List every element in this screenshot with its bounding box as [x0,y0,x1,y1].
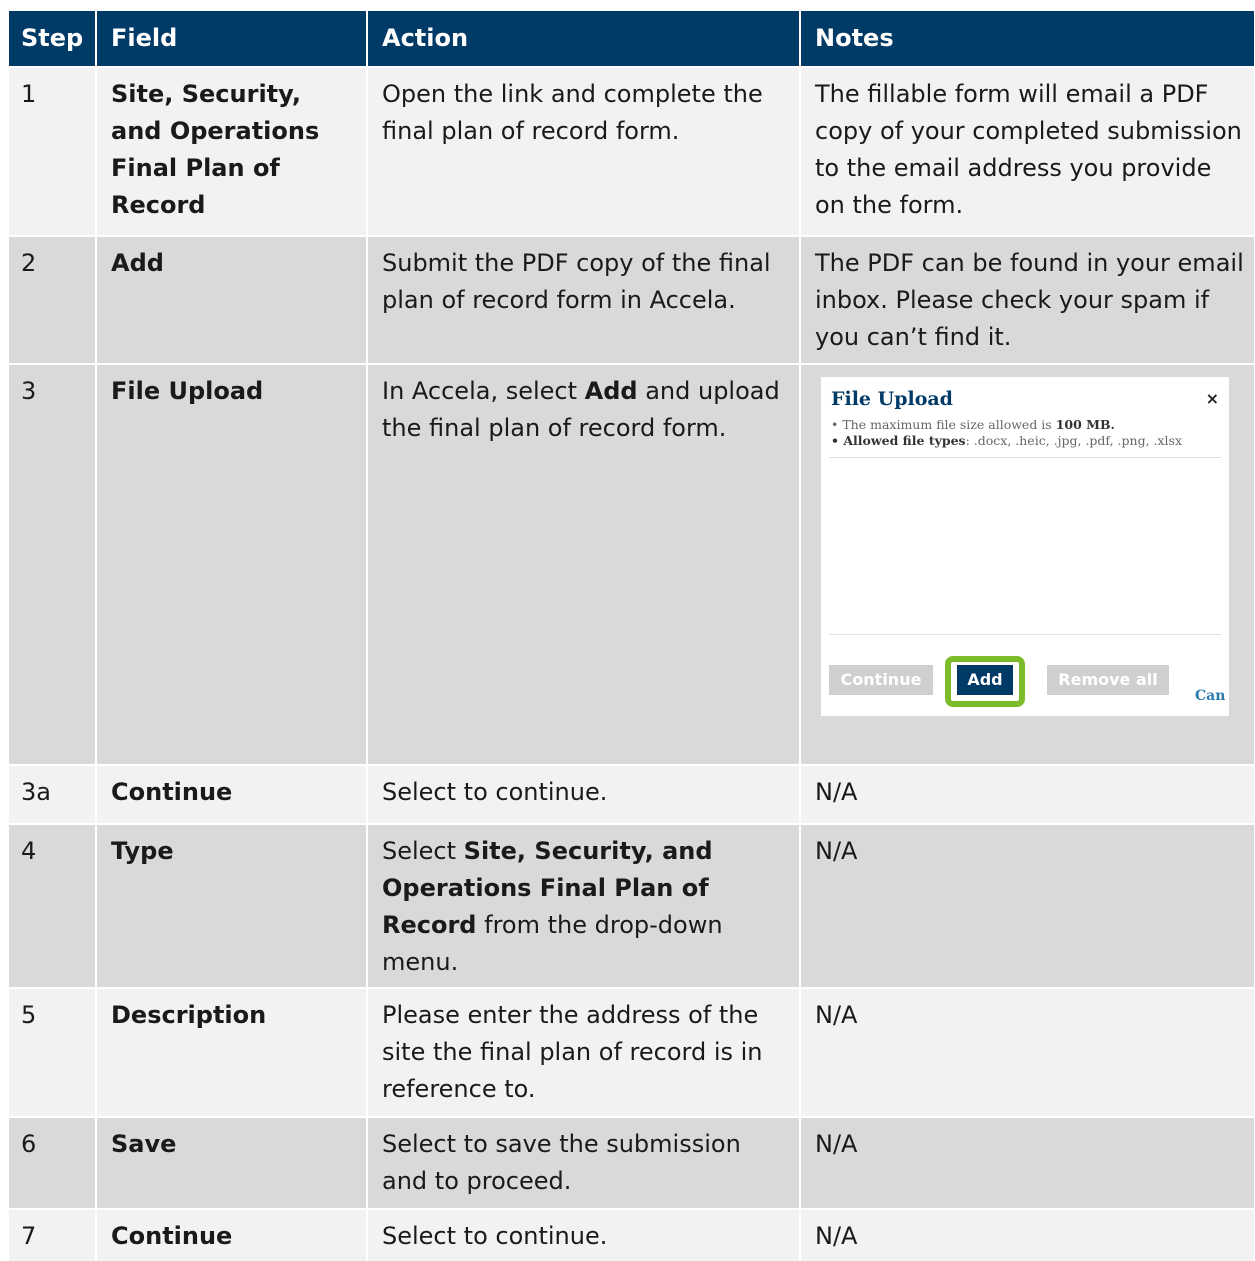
instructions-table: Step Field Action Notes 1 Site, Security… [9,11,1255,1261]
field-name: Add [96,235,368,364]
notes-text: The PDF can be found in your email inbox… [800,235,1255,364]
action-text: Open the link and complete the final pla… [367,66,801,236]
table-row: 5 Description Please enter the address o… [9,987,1255,1117]
add-button[interactable]: Add [957,665,1013,695]
step-number: 3 [9,363,97,765]
table-header-row: Step Field Action Notes [9,11,1255,67]
step-number: 2 [9,235,97,364]
table-row: 6 Save Select to save the submission and… [9,1116,1255,1209]
action-text: Select to continue. [367,1208,801,1261]
header-action: Action [367,11,801,67]
table-row: 4 Type Select Site, Security, and Operat… [9,823,1255,988]
table-row: 3 File Upload In Accela, select Add and … [9,363,1255,765]
notes-text: N/A [800,1208,1255,1261]
header-notes: Notes [800,11,1255,67]
table-row: 3a Continue Select to continue. N/A [9,764,1255,824]
continue-button[interactable]: Continue [829,665,933,695]
file-types-note: • Allowed file types: .docx, .heic, .jpg… [831,433,1183,448]
file-upload-dialog: File Upload × • The maximum file size al… [821,377,1229,716]
action-text: Submit the PDF copy of the final plan of… [367,235,801,364]
field-name: Type [96,823,368,988]
field-name: Site, Security, and Operations Final Pla… [96,66,368,236]
remove-all-button[interactable]: Remove all [1047,665,1169,695]
cancel-link[interactable]: Can [1195,688,1225,704]
header-step: Step [9,11,97,67]
action-text: Select Site, Security, and Operations Fi… [367,823,801,988]
step-number: 3a [9,764,97,824]
max-size-note: • The maximum file size allowed is 100 M… [831,417,1115,432]
header-field: Field [96,11,368,67]
step-number: 6 [9,1116,97,1209]
notes-text: N/A [800,987,1255,1117]
field-name: Continue [96,1208,368,1261]
field-name: Continue [96,764,368,824]
step-number: 7 [9,1208,97,1261]
table-row: 1 Site, Security, and Operations Final P… [9,66,1255,236]
field-name: Save [96,1116,368,1209]
notes-text: N/A [800,764,1255,824]
dialog-title: File Upload [831,388,953,410]
table-row: 7 Continue Select to continue. N/A [9,1208,1255,1261]
notes-text: N/A [800,1116,1255,1209]
action-text: In Accela, select Add and upload the fin… [367,363,801,765]
action-text: Select to continue. [367,764,801,824]
close-icon[interactable]: × [1206,389,1219,408]
notes-text: The fillable form will email a PDF copy … [800,66,1255,236]
notes-text: N/A [800,823,1255,988]
field-name: Description [96,987,368,1117]
table-row: 2 Add Submit the PDF copy of the final p… [9,235,1255,364]
upload-drop-area[interactable] [829,457,1221,635]
action-text: Please enter the address of the site the… [367,987,801,1117]
step-number: 5 [9,987,97,1117]
step-number: 1 [9,66,97,236]
action-text: Select to save the submission and to pro… [367,1116,801,1209]
notes-screenshot: File Upload × • The maximum file size al… [800,363,1255,765]
field-name: File Upload [96,363,368,765]
step-number: 4 [9,823,97,988]
